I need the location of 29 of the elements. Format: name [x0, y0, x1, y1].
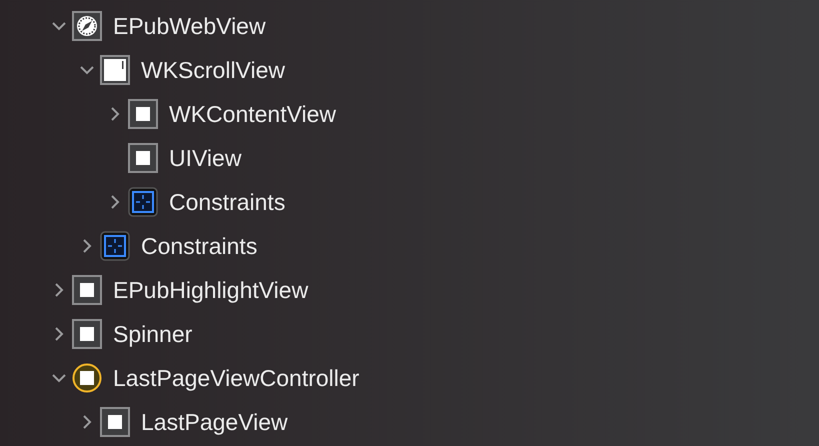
chevron-right-icon[interactable]	[110, 106, 120, 122]
constraints-icon	[128, 187, 158, 217]
view-icon	[100, 407, 130, 437]
scroll-view-icon	[100, 55, 130, 85]
chevron-down-icon[interactable]	[51, 373, 67, 383]
tree-item-label[interactable]: LastPageView	[141, 404, 288, 440]
tree-item-label[interactable]: EPubHighlightView	[113, 272, 308, 308]
view-icon	[72, 319, 102, 349]
view-icon	[72, 275, 102, 305]
compass-icon	[72, 11, 102, 41]
tree-item-label[interactable]: LastPageViewController	[113, 360, 360, 396]
tree-item-label[interactable]: Constraints	[169, 184, 286, 220]
tree-item-label[interactable]: Constraints	[141, 228, 258, 264]
chevron-right-icon[interactable]	[54, 326, 64, 342]
chevron-right-icon[interactable]	[54, 282, 64, 298]
tree-item-label[interactable]: UIView	[169, 140, 242, 176]
constraints-icon	[100, 231, 130, 261]
view-icon	[128, 99, 158, 129]
tree-item-label[interactable]: Spinner	[113, 316, 192, 352]
view-controller-icon	[72, 363, 102, 393]
chevron-down-icon[interactable]	[79, 65, 95, 75]
chevron-down-icon[interactable]	[51, 21, 67, 31]
chevron-right-icon[interactable]	[82, 414, 92, 430]
view-icon	[128, 143, 158, 173]
tree-item-label[interactable]: EPubWebView	[113, 8, 266, 44]
chevron-right-icon[interactable]	[82, 238, 92, 254]
tree-item-label[interactable]: WKScrollView	[141, 52, 285, 88]
chevron-right-icon[interactable]	[110, 194, 120, 210]
tree-item-label[interactable]: WKContentView	[169, 96, 336, 132]
